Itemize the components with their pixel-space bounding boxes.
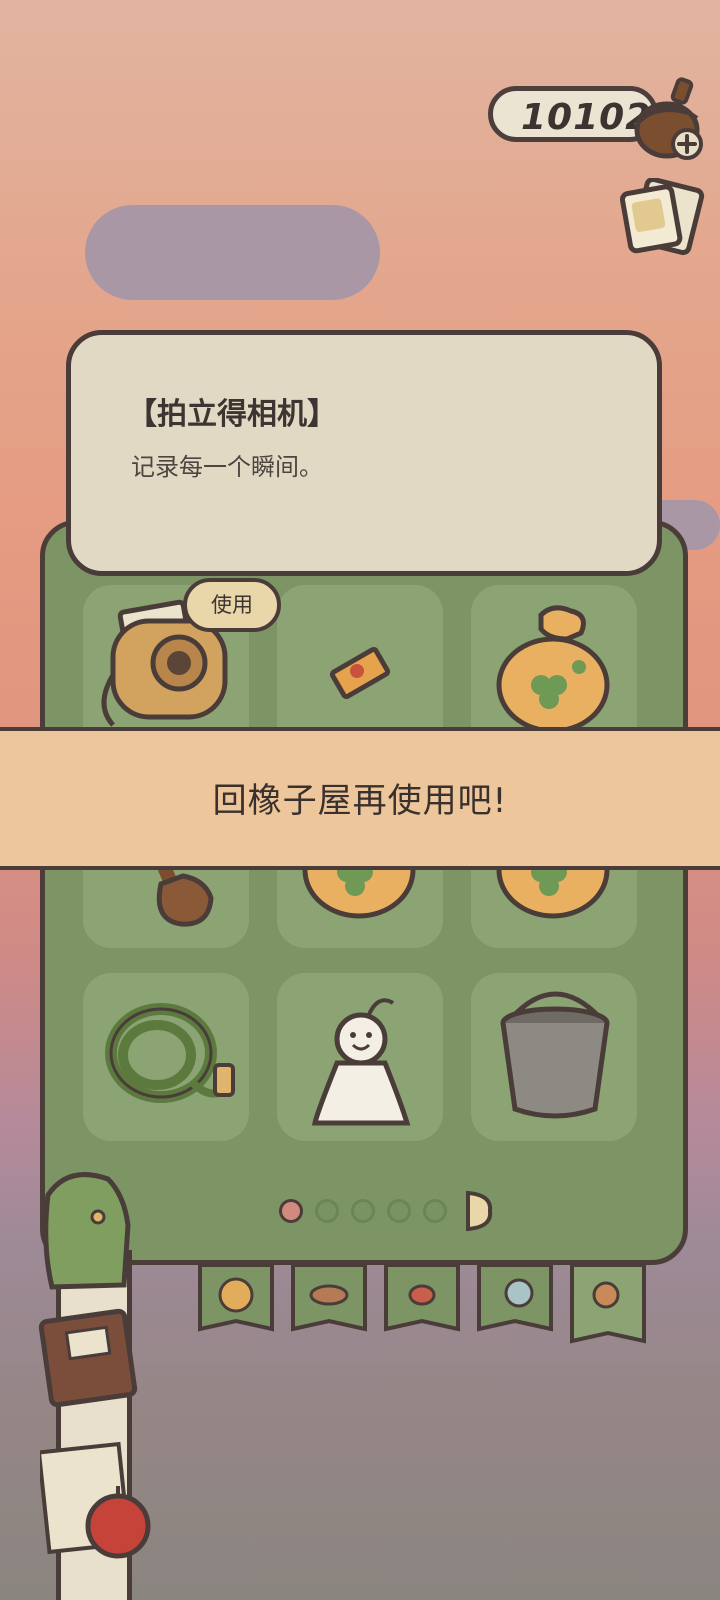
tab-yarn[interactable] [196, 1265, 276, 1335]
bucket-icon [500, 991, 610, 1119]
album-icon[interactable] [620, 178, 706, 258]
notice-text: 回橡子屋再使用吧! [212, 781, 508, 821]
tab-candy[interactable] [382, 1265, 462, 1335]
magnifier-icon [592, 1281, 620, 1309]
inventory-slot[interactable] [471, 973, 637, 1141]
plus-icon [671, 128, 703, 160]
item-description: 记录每一个瞬间。 [131, 453, 323, 481]
apple-icon[interactable] [40, 1440, 160, 1560]
tab-snail[interactable] [475, 1265, 555, 1335]
yarn-ball-icon [218, 1277, 254, 1313]
next-page-button[interactable] [464, 1189, 494, 1233]
page-dot[interactable] [423, 1199, 447, 1223]
snail-icon [504, 1278, 534, 1308]
item-tooltip: 【拍立得相机】 记录每一个瞬间。 [66, 330, 662, 576]
leaf-icon [309, 1284, 349, 1306]
inventory-slot[interactable] [277, 973, 443, 1141]
cloud-decoration [85, 205, 380, 300]
rope-icon [105, 1003, 236, 1103]
inventory-panel [40, 520, 688, 1265]
teru-teru-bozu-icon [311, 998, 411, 1126]
candy-icon [408, 1284, 436, 1306]
tab-leaf[interactable] [289, 1265, 369, 1335]
journal-icon[interactable] [38, 1300, 142, 1410]
item-title: 【拍立得相机】 [127, 397, 337, 432]
page-dot[interactable] [351, 1199, 375, 1223]
page-dot[interactable] [315, 1199, 339, 1223]
notice-banner: 回橡子屋再使用吧! [0, 727, 720, 870]
inventory-slot[interactable] [83, 973, 249, 1141]
page-dot-active[interactable] [279, 1199, 303, 1223]
backpack-icon[interactable] [28, 1165, 148, 1295]
page-dot[interactable] [387, 1199, 411, 1223]
add-acorn-button[interactable] [627, 74, 711, 164]
use-button[interactable]: 使用 [183, 578, 281, 632]
tab-magnifier[interactable] [568, 1265, 648, 1347]
